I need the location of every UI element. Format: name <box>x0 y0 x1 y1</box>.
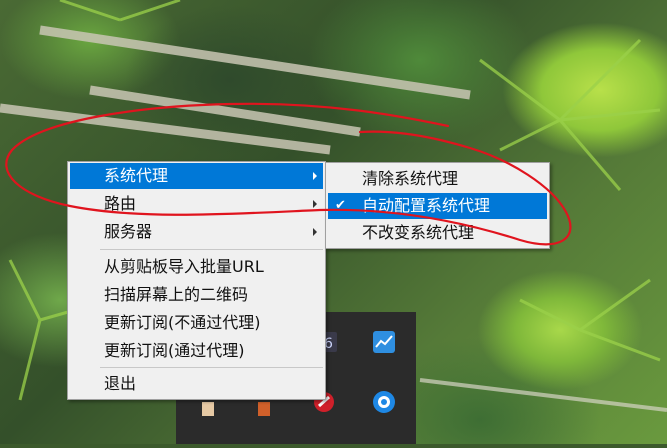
menu-item-label: 更新订阅(不通过代理) <box>104 313 261 332</box>
menu-item-label: 更新订阅(通过代理) <box>104 341 245 360</box>
menu-item-system-proxy[interactable]: 系统代理 <box>70 163 323 189</box>
menu-item-label: 清除系统代理 <box>362 169 459 188</box>
menu-item-label: 服务器 <box>104 222 153 241</box>
menu-item-label: 系统代理 <box>104 166 169 185</box>
menu-item-routing[interactable]: 路由 <box>70 191 323 217</box>
menu-item-label: 自动配置系统代理 <box>362 196 491 215</box>
menu-item-scan-qr[interactable]: 扫描屏幕上的二维码 <box>70 282 323 308</box>
submenu-item-auto-proxy[interactable]: ✔ 自动配置系统代理 <box>328 193 547 219</box>
menu-separator <box>100 367 323 368</box>
menu-item-label: 从剪贴板导入批量URL <box>104 257 264 276</box>
menu-item-label: 不改变系统代理 <box>362 223 475 242</box>
chevron-right-icon <box>313 200 317 208</box>
menu-item-import-clipboard[interactable]: 从剪贴板导入批量URL <box>70 254 323 280</box>
menu-separator <box>100 249 323 250</box>
menu-item-label: 扫描屏幕上的二维码 <box>104 285 249 304</box>
chart-tray-icon[interactable] <box>372 330 396 354</box>
chevron-right-icon <box>313 172 317 180</box>
submenu-item-keep-proxy[interactable]: 不改变系统代理 <box>328 220 547 246</box>
menu-item-label: 退出 <box>104 374 137 393</box>
menu-item-servers[interactable]: 服务器 <box>70 219 323 245</box>
menu-item-label: 路由 <box>104 194 137 213</box>
menu-item-update-sub-direct[interactable]: 更新订阅(不通过代理) <box>70 310 323 336</box>
tray-context-menu: 系统代理 路由 服务器 从剪贴板导入批量URL 扫描屏幕上的二维码 更新订阅(不… <box>67 161 326 400</box>
chevron-right-icon <box>313 228 317 236</box>
menu-item-exit[interactable]: 退出 <box>70 371 323 397</box>
cloud-tray-icon[interactable] <box>372 390 396 414</box>
submenu-item-clear-proxy[interactable]: 清除系统代理 <box>328 166 547 192</box>
checkmark-icon: ✔ <box>335 198 346 213</box>
system-proxy-submenu: 清除系统代理 ✔ 自动配置系统代理 不改变系统代理 <box>325 162 550 249</box>
menu-item-update-sub-proxy[interactable]: 更新订阅(通过代理) <box>70 338 323 364</box>
